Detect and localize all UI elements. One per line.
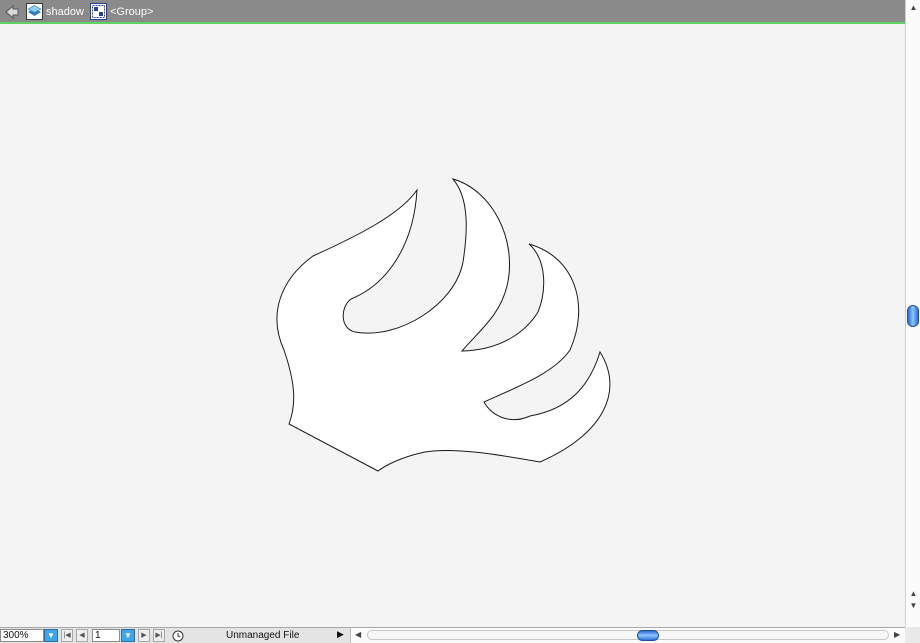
horizontal-scroll-thumb[interactable] bbox=[637, 630, 659, 641]
horizontal-scrollbar[interactable]: ◀ ▶ bbox=[350, 628, 905, 643]
scroll-up-lower-icon[interactable]: ▲ bbox=[908, 589, 919, 599]
scroll-right-icon[interactable]: ▶ bbox=[894, 630, 900, 639]
zoom-field[interactable]: 300% bbox=[0, 629, 44, 642]
horizontal-scroll-track[interactable] bbox=[367, 630, 889, 640]
first-page-icon[interactable]: |◀ bbox=[61, 629, 73, 642]
vertical-scroll-thumb[interactable] bbox=[907, 305, 919, 327]
document-canvas[interactable] bbox=[0, 26, 905, 626]
flame-shape[interactable] bbox=[276, 178, 611, 472]
next-page-icon[interactable]: ▶ bbox=[138, 629, 150, 642]
back-arrow-icon[interactable] bbox=[4, 4, 20, 20]
scroll-up-icon[interactable]: ▲ bbox=[908, 3, 919, 13]
group-name-label[interactable]: <Group> bbox=[110, 6, 153, 18]
layer-name-label[interactable]: shadow bbox=[46, 6, 84, 18]
page-field[interactable]: 1 bbox=[92, 629, 120, 642]
isolation-mode-bar: shadow <Group> bbox=[0, 0, 920, 24]
vertical-scrollbar[interactable]: ▲ ▲ ▼ bbox=[905, 0, 920, 627]
page-dropdown-chevron-down-icon[interactable]: ▼ bbox=[121, 629, 135, 642]
flame-artwork[interactable] bbox=[0, 26, 905, 626]
layer-thumbnail-icon[interactable] bbox=[26, 3, 43, 20]
group-icon[interactable] bbox=[90, 3, 107, 20]
prev-page-icon[interactable]: ◀ bbox=[76, 629, 88, 642]
last-page-icon[interactable]: ▶| bbox=[153, 629, 165, 642]
zoom-dropdown-chevron-down-icon[interactable]: ▼ bbox=[44, 629, 58, 642]
status-text[interactable]: Unmanaged File bbox=[226, 630, 299, 641]
scroll-left-icon[interactable]: ◀ bbox=[355, 630, 361, 639]
scroll-down-icon[interactable]: ▼ bbox=[908, 601, 919, 611]
status-menu-arrow-icon[interactable]: ▶ bbox=[337, 629, 344, 640]
status-clock-icon[interactable] bbox=[172, 630, 184, 642]
scrollbar-corner bbox=[905, 627, 920, 643]
status-bar: 300% ▼ |◀ ◀ 1 ▼ ▶ ▶| Unmanaged File ▶ ◀ … bbox=[0, 627, 920, 643]
